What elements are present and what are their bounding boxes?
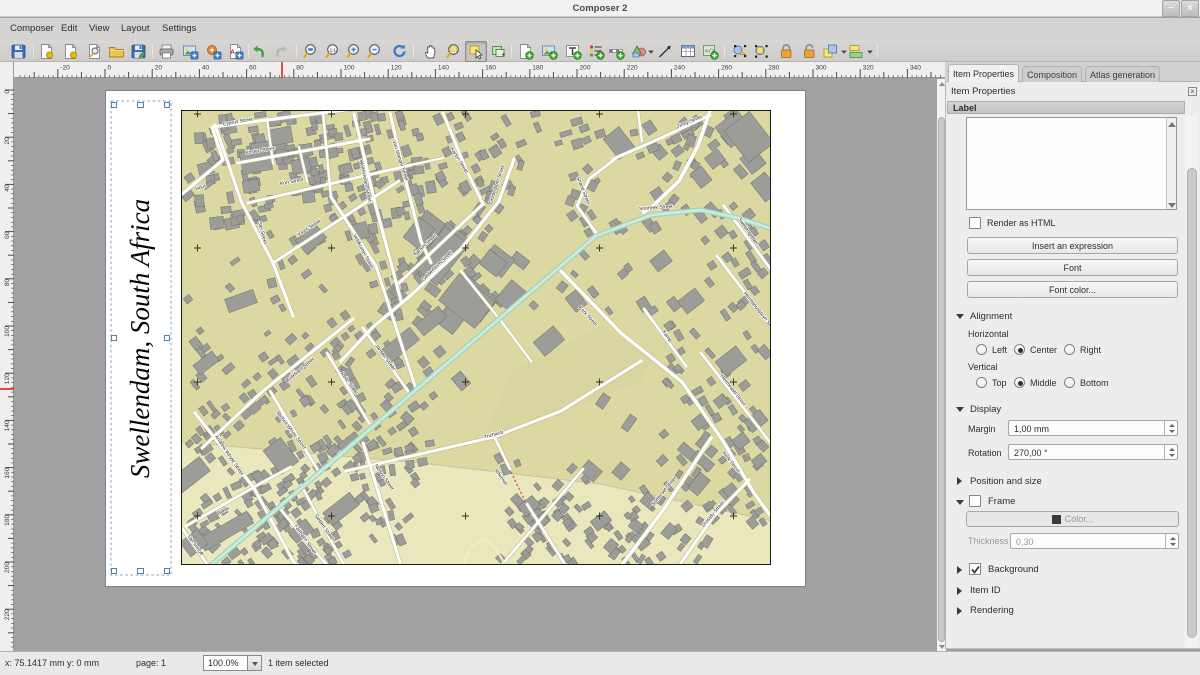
- svg-text:220: 220: [4, 609, 11, 620]
- svg-text:80: 80: [4, 278, 11, 286]
- svg-text:300: 300: [816, 65, 827, 72]
- svg-text:0: 0: [4, 90, 11, 94]
- svg-text:200: 200: [4, 562, 11, 573]
- svg-text:120: 120: [391, 65, 402, 72]
- svg-text:140: 140: [438, 65, 449, 72]
- svg-text:20: 20: [4, 137, 11, 145]
- svg-text:100: 100: [344, 65, 355, 72]
- svg-text:60: 60: [249, 65, 257, 72]
- svg-text:120: 120: [4, 373, 11, 384]
- svg-text:20: 20: [155, 65, 163, 72]
- svg-text:80: 80: [296, 65, 304, 72]
- svg-text:220: 220: [627, 65, 638, 72]
- svg-text:0: 0: [108, 65, 112, 72]
- svg-text:260: 260: [721, 65, 732, 72]
- svg-text:40: 40: [4, 184, 11, 192]
- svg-text:160: 160: [485, 65, 496, 72]
- svg-text:40: 40: [202, 65, 210, 72]
- svg-text:A: A: [230, 49, 235, 56]
- svg-text:320: 320: [863, 65, 874, 72]
- svg-text:180: 180: [4, 514, 11, 525]
- svg-text:140: 140: [4, 420, 11, 431]
- svg-text:100: 100: [4, 326, 11, 337]
- svg-text:180: 180: [532, 65, 543, 72]
- svg-text:-20: -20: [60, 65, 70, 72]
- svg-text:340: 340: [910, 65, 921, 72]
- svg-text:240: 240: [674, 65, 685, 72]
- svg-text:1:1: 1:1: [330, 48, 337, 53]
- svg-text:280: 280: [768, 65, 779, 72]
- svg-text:200: 200: [580, 65, 591, 72]
- svg-text:60: 60: [4, 231, 11, 239]
- svg-text:160: 160: [4, 467, 11, 478]
